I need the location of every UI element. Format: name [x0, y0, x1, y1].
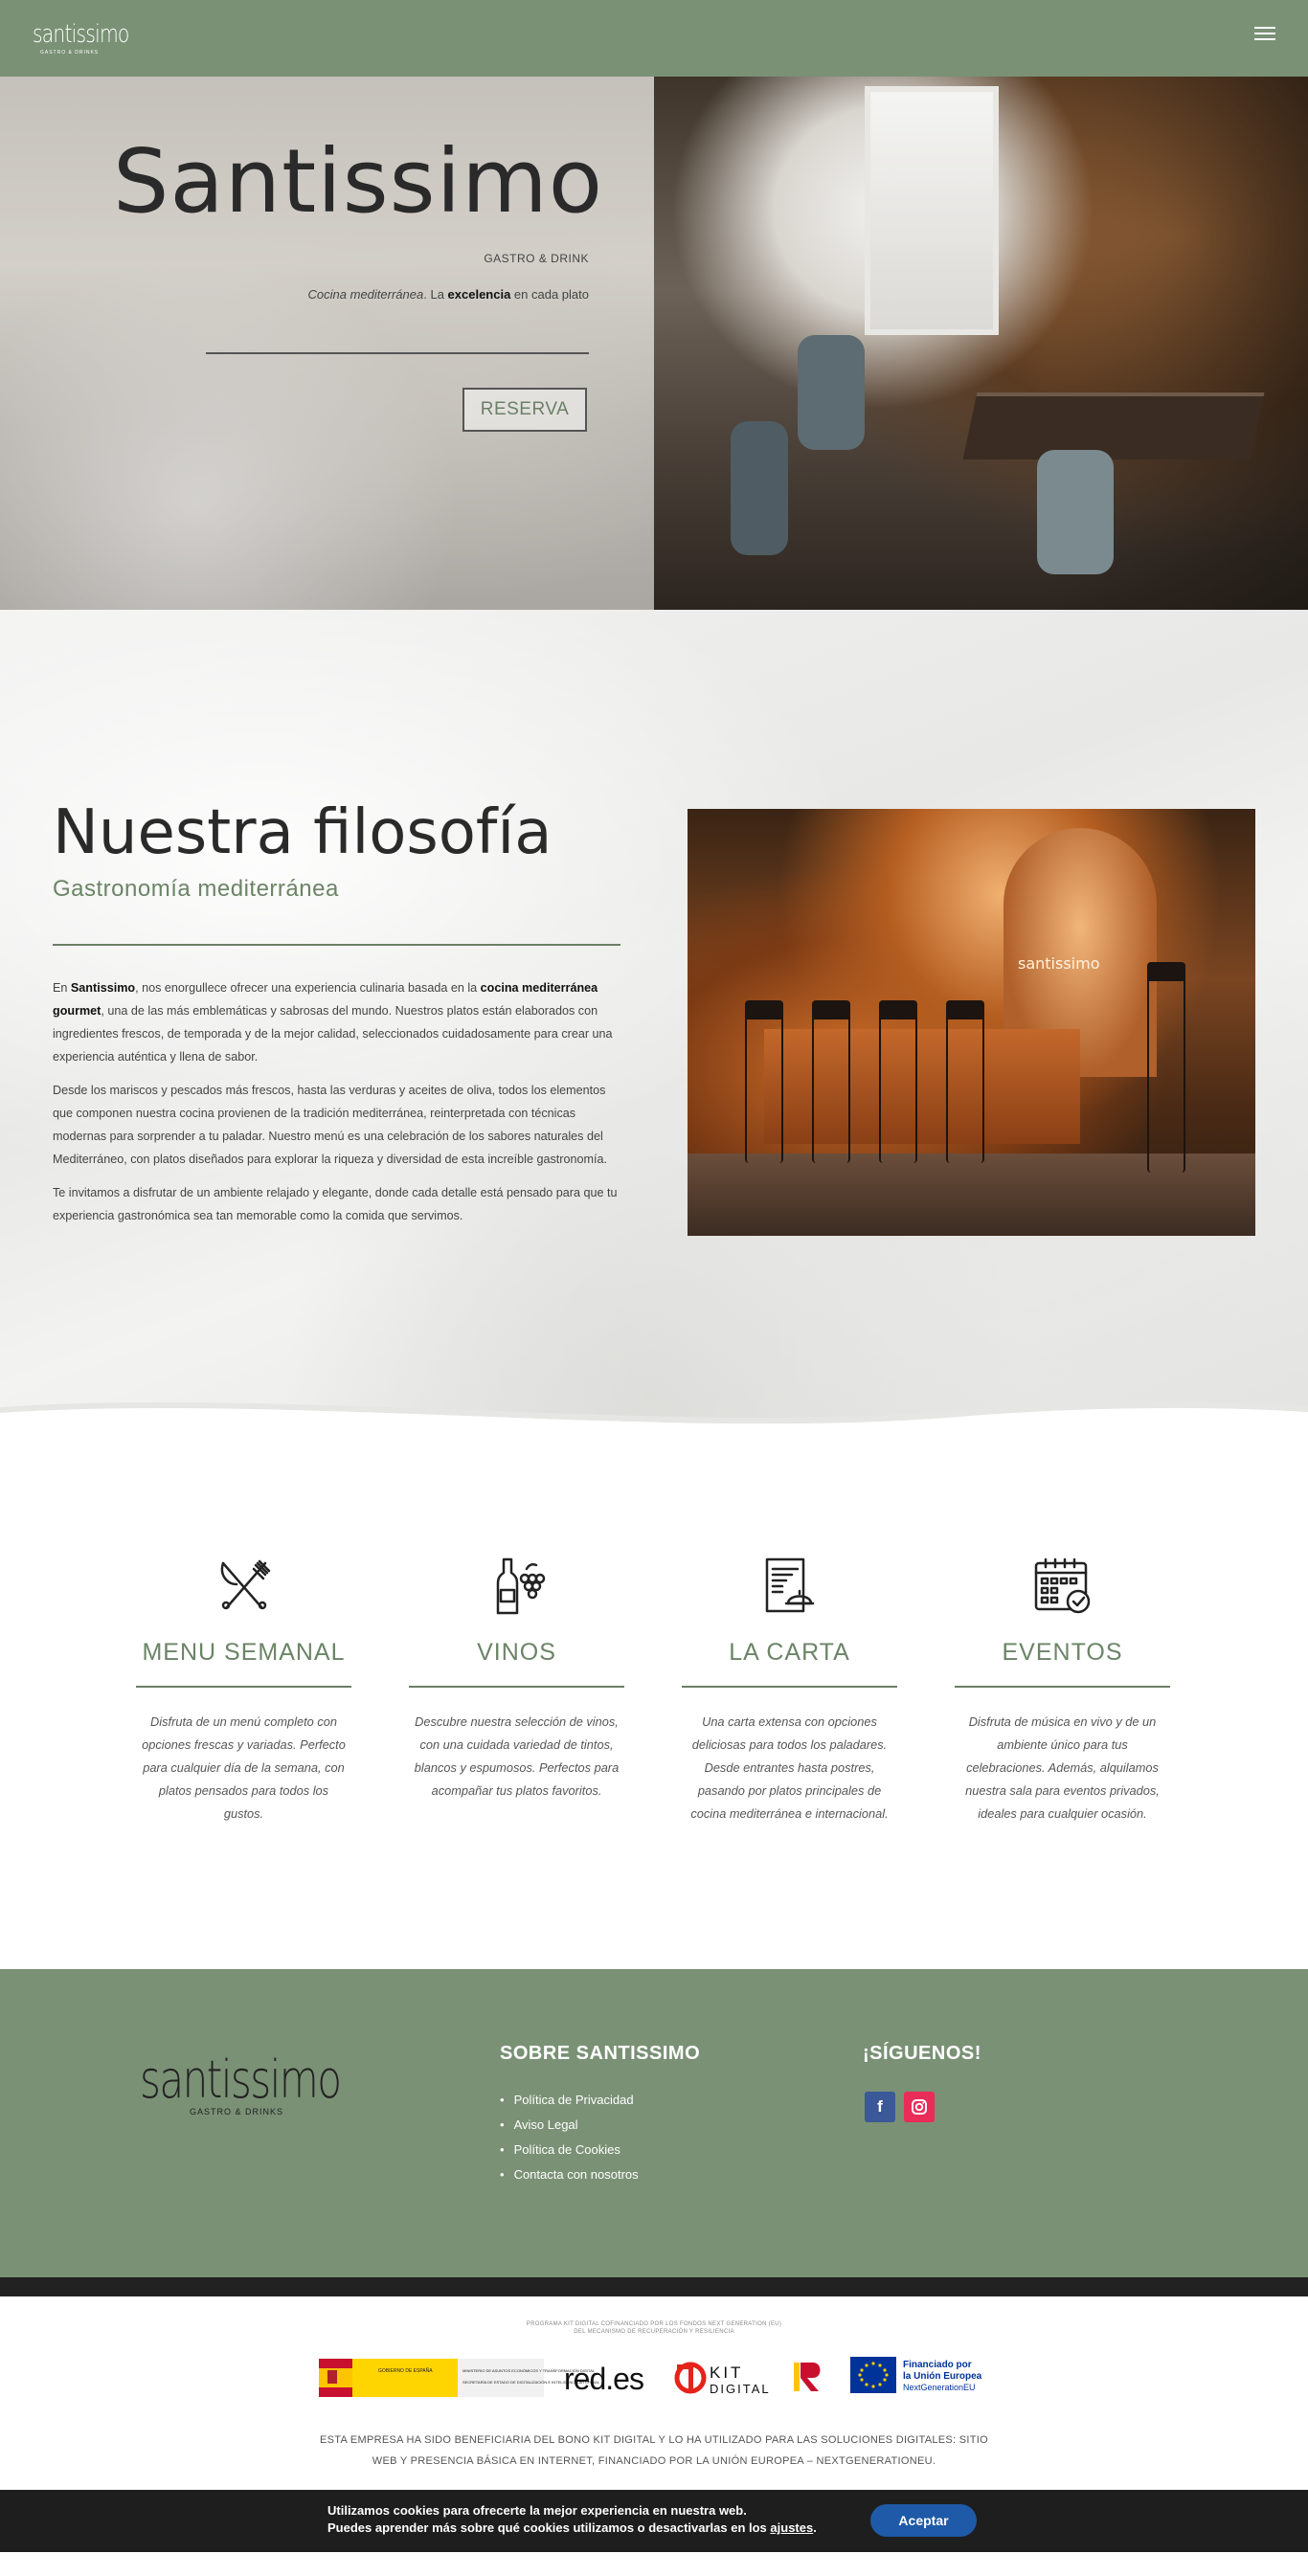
bar-interior-image: santissimo — [688, 809, 1255, 1236]
feature-divider — [682, 1686, 897, 1688]
site-header: santissimo GASTRO & DRINKS — [0, 0, 1308, 77]
hero-chair — [798, 335, 865, 450]
svg-text:KIT: KIT — [710, 2363, 743, 2382]
feature-description: Una carta extensa con opciones deliciosa… — [690, 1714, 889, 1821]
logo-wordmark: santissimo — [33, 20, 129, 49]
feature-eventos: EVENTOS Disfruta de música en vivo y de … — [955, 1556, 1170, 1826]
hero-section: Santissimo GASTRO & DRINK Cocina mediter… — [0, 77, 1308, 610]
feature-divider — [136, 1686, 351, 1688]
hero-chair — [731, 421, 788, 555]
feature-la-carta: LA CARTA Una carta extensa con opciones … — [682, 1556, 897, 1826]
hero-table — [962, 392, 1265, 459]
philosophy-paragraph: En Santissimo, nos enorgullece ofrecer u… — [53, 981, 613, 1064]
philosophy-divider — [53, 944, 620, 946]
page-bottom-spacer — [0, 2552, 1308, 2576]
cookie-accept-button[interactable]: Aceptar — [870, 2504, 977, 2537]
philosophy-paragraph: Desde los mariscos y pescados más fresco… — [53, 1084, 607, 1166]
reserve-button[interactable]: RESERVA — [462, 388, 587, 432]
calendar-check-icon — [1034, 1557, 1090, 1614]
footer-about-title: SOBRE SANTISSIMO — [500, 2043, 701, 2064]
feature-title: VINOS — [477, 1639, 556, 1666]
feature-description: Descubre nuestra selección de vinos, con… — [414, 1714, 620, 1798]
cookie-message: Utilizamos cookies para ofrecerte la mej… — [327, 2503, 817, 2535]
bar-stool — [812, 1000, 850, 1163]
svg-text:NextGenerationEU: NextGenerationEU — [903, 2383, 976, 2392]
hero-chair — [1037, 450, 1114, 574]
instagram-icon[interactable] — [904, 2092, 935, 2122]
footer-follow-title: ¡SÍGUENOS! — [863, 2043, 981, 2064]
facebook-icon[interactable]: f — [865, 2092, 895, 2122]
feature-title: EVENTOS — [1002, 1639, 1123, 1666]
wine-bottle-grapes-icon — [496, 1557, 545, 1615]
hero-window — [865, 86, 999, 335]
feature-title: MENU SEMANAL — [142, 1639, 346, 1666]
hero-tagline: GASTRO & DRINK — [484, 252, 589, 265]
footer-link-privacy[interactable]: Política de Privacidad — [500, 2088, 639, 2113]
gov-title-text: GOBIERNO DE ESPAÑA — [378, 2367, 433, 2374]
hero-divider — [206, 352, 589, 354]
hero-title: Santissimo — [113, 130, 604, 233]
footer-logo[interactable]: santissimo GASTRO & DRINKS — [140, 2053, 397, 2117]
section-wave-divider — [0, 1401, 1308, 1450]
kit-digital-logo: KIT DIGITAL — [674, 2362, 771, 2396]
bar-stool — [1147, 962, 1185, 1173]
feature-divider — [409, 1686, 624, 1688]
hamburger-menu-icon[interactable] — [1254, 27, 1275, 44]
kit-digital-logos: GOBIERNO DE ESPAÑA MINISTERIO DE ASUNTOS… — [319, 2357, 982, 2397]
feature-description: Disfruta de un menú completo con opcione… — [142, 1714, 346, 1821]
footer-link-contact[interactable]: Contacta con nosotros — [500, 2162, 639, 2187]
svg-text:la Unión Europea: la Unión Europea — [903, 2371, 982, 2382]
hero-image-right — [654, 77, 1308, 610]
footer-link-legal[interactable]: Aviso Legal — [500, 2113, 639, 2138]
philosophy-text: En Santissimo, nos enorgullece ofrecer u… — [53, 976, 620, 1238]
recovery-plan-logo — [794, 2363, 821, 2391]
feature-divider — [955, 1686, 1170, 1688]
logo-subtitle: GASTRO & DRINKS — [40, 50, 100, 56]
footer-logo-wordmark: santissimo — [140, 2050, 342, 2110]
gobierno-espana-logo: GOBIERNO DE ESPAÑA MINISTERIO DE ASUNTOS… — [319, 2359, 600, 2397]
footer-links: Política de Privacidad Aviso Legal Polít… — [500, 2088, 639, 2187]
kit-beneficiary-note: ESTA EMPRESA HA SIDO BENEFICIARIA DEL BO… — [320, 2434, 988, 2467]
site-footer — [0, 1969, 1308, 2277]
philosophy-subtitle: Gastronomía mediterránea — [53, 876, 339, 902]
bar-stool — [745, 1000, 783, 1163]
header-logo[interactable]: santissimo GASTRO & DRINKS — [33, 21, 156, 56]
menu-document-icon — [765, 1557, 814, 1613]
footer-link-cookies[interactable]: Política de Cookies — [500, 2138, 639, 2162]
eu-flag-logo: Financiado por la Unión Europea NextGene… — [850, 2357, 982, 2393]
feature-vinos: VINOS Descubre nuestra selección de vino… — [409, 1556, 624, 1803]
hero-description: Cocina mediterránea. La excelencia en ca… — [307, 287, 589, 302]
philosophy-title: Nuestra filosofía — [53, 797, 553, 868]
redes-logo: red.es — [564, 2362, 643, 2396]
philosophy-paragraph: Te invitamos a disfrutar de un ambiente … — [53, 1186, 618, 1222]
fork-knife-icon — [220, 1559, 270, 1610]
kit-program-note: PROGRAMA KIT DIGITAL COFINANCIADO POR LO… — [526, 2321, 782, 2335]
feature-title: LA CARTA — [729, 1639, 850, 1666]
feature-description: Disfruta de música en vivo y de un ambie… — [965, 1714, 1160, 1821]
svg-text:DIGITAL: DIGITAL — [710, 2382, 771, 2396]
cookie-settings-link[interactable]: ajustes — [770, 2520, 813, 2535]
svg-text:Financiado por: Financiado por — [903, 2360, 972, 2370]
hero-content: Santissimo GASTRO & DRINK Cocina mediter… — [0, 77, 654, 610]
bar-sign: santissimo — [1018, 954, 1100, 973]
footer-bottom-bar — [0, 2277, 1308, 2296]
bar-stool — [946, 1000, 984, 1163]
bar-stool — [879, 1000, 917, 1163]
feature-menu-semanal: MENU SEMANAL Disfruta de un menú complet… — [136, 1556, 351, 1826]
